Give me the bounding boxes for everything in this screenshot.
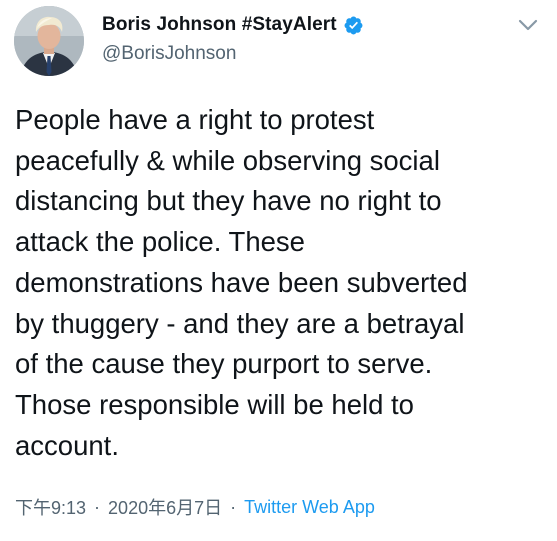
display-name[interactable]: Boris Johnson #StayAlert: [102, 14, 337, 36]
chevron-down-icon[interactable]: [515, 12, 541, 38]
tweet-header: Boris Johnson #StayAlert @BorisJohnson: [0, 0, 557, 90]
handle[interactable]: @BorisJohnson: [102, 43, 236, 65]
tweet-meta: 下午9:13 · 2020年6月7日 · Twitter Web App: [15, 494, 375, 520]
name-row: Boris Johnson #StayAlert: [102, 14, 364, 36]
avatar[interactable]: [14, 6, 84, 76]
tweet-date[interactable]: 2020年6月7日: [108, 494, 222, 520]
meta-separator: ·: [94, 496, 101, 517]
tweet-card: Boris Johnson #StayAlert @BorisJohnson P…: [0, 0, 557, 541]
verified-badge-icon: [343, 15, 364, 36]
tweet-time[interactable]: 下午9:13: [15, 494, 86, 520]
tweet-source-link[interactable]: Twitter Web App: [244, 497, 375, 518]
avatar-photo: [14, 6, 84, 76]
tweet-text: People have a right to protest peacefull…: [15, 104, 468, 461]
meta-separator: ·: [230, 496, 237, 517]
